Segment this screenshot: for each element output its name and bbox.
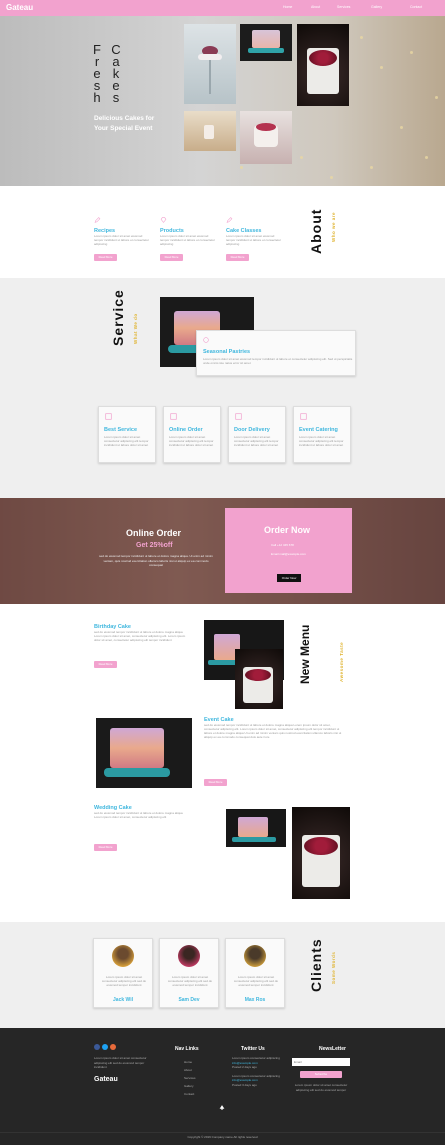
menu-photo-event	[96, 718, 192, 788]
copyright: Copyright © 2019 Company name All rights…	[187, 1135, 258, 1139]
service-card-door-delivery: Door Delivery Lorem ipsum dolor sit amet…	[228, 406, 286, 463]
read-more-button[interactable]: Read More	[226, 254, 249, 261]
footer-about-text: Lorem ipsum dolor sit amet consectetur a…	[94, 1056, 147, 1069]
star-icon	[203, 337, 209, 343]
nav-link-home[interactable]: Home	[283, 5, 292, 9]
feature-recipes: Recipes Lorem ipsum dolor sit amet eiusm…	[94, 210, 152, 261]
menu-subheading: Awesome Taste	[339, 641, 344, 682]
social-links	[94, 1044, 116, 1050]
footer-nav-heading: Nav Links	[175, 1046, 199, 1052]
featured-service-card: Seasonal Pastries Lorem ipsum dolor sit …	[196, 330, 356, 376]
service-card-best-service: Best Service Lorem ipsum dolor sit amet …	[98, 406, 156, 463]
menu-photo-wedding-small	[235, 649, 283, 709]
hero-photo-layer-cake	[240, 24, 292, 61]
order-call: Call +12 345 678	[271, 543, 294, 547]
order-now-button[interactable]: Order Now	[277, 574, 301, 582]
hero-banner: Fresh Cakes Delicious Cakes for Your Spe…	[0, 16, 445, 186]
about-subheading: Who we are	[331, 211, 336, 242]
footer-link-contact[interactable]: Contact	[184, 1090, 196, 1098]
footer: Lorem ipsum dolor sit amet consectetur a…	[0, 1028, 445, 1145]
diamond-icon	[160, 217, 167, 223]
order-email: Email mail@example.com	[271, 552, 306, 556]
hero-photo-cupcake	[184, 111, 236, 151]
client-card: Lorem ipsum dolor sit amet consectetur a…	[159, 938, 219, 1008]
about-section: Recipes Lorem ipsum dolor sit amet eiusm…	[0, 186, 445, 278]
google-icon[interactable]	[110, 1044, 116, 1050]
scroll-top-icon[interactable]	[219, 1104, 225, 1111]
service-subheading: What We do	[133, 313, 138, 344]
service-section: Service What We do Seasonal Pastries Lor…	[0, 278, 445, 498]
clients-heading: Clients	[308, 938, 324, 992]
feature-products: Products Lorem ipsum dolor sit amet eius…	[160, 210, 218, 261]
menu-section: Birthday Cake sed do eiusmod tempor inci…	[0, 604, 445, 922]
read-more-button[interactable]: Read More	[204, 779, 227, 786]
order-title: Online Order	[126, 528, 182, 538]
client-card: Lorem ipsum dolor sit amet consectetur a…	[93, 938, 153, 1008]
clients-section: Lorem ipsum dolor sit amet consectetur a…	[0, 922, 445, 1028]
menu-photo-layer-cake	[226, 809, 286, 847]
newsletter-email-input[interactable]	[292, 1058, 350, 1066]
footer-newsletter-heading: NewsLetter	[319, 1046, 346, 1052]
hero-photo-holding-cake	[240, 111, 292, 164]
menu-item-event: Event Cake sed do eiusmod tempor incidid…	[204, 717, 342, 739]
twitter-icon[interactable]	[102, 1044, 108, 1050]
hero-word-cakes: Cakes	[111, 42, 121, 105]
avatar	[112, 945, 134, 967]
footer-twitter-heading: Twitter Us	[241, 1046, 265, 1052]
pencil-icon	[94, 217, 101, 223]
newsletter-text: Lorem ipsum dolor sit amet consectetur a…	[294, 1083, 348, 1092]
about-heading: About	[308, 208, 324, 254]
hero-photo-cake-stand	[184, 24, 236, 104]
cart-icon	[170, 413, 177, 420]
footer-link-services[interactable]: Services	[184, 1074, 196, 1082]
menu-photo-wedding-large	[292, 807, 350, 899]
pencil-icon	[226, 217, 233, 223]
order-text: sed do eiusmod tempor incididunt ut labo…	[99, 554, 213, 567]
menu-item-wedding: Wedding Cake sed do eiusmod tempor incid…	[94, 805, 183, 819]
nav-link-services[interactable]: Services	[337, 5, 350, 9]
gift-icon	[300, 413, 307, 420]
service-card-event-catering: Event Catering Lorem ipsum dolor sit ame…	[293, 406, 351, 463]
avatar	[178, 945, 200, 967]
service-heading: Service	[110, 289, 126, 346]
hero-photo-wedding-cake	[297, 24, 349, 106]
hero-subtitle: Delicious Cakes for Your Special Event	[94, 115, 155, 132]
order-section: Online Order Get 25%off sed do eiusmod t…	[0, 498, 445, 604]
feature-cake-classes: Cake Classes Lorem ipsum dolor sit amet …	[226, 210, 284, 261]
menu-item-birthday: Birthday Cake sed do eiusmod tempor inci…	[94, 624, 186, 642]
nav-link-gallery[interactable]: Gallery	[371, 5, 382, 9]
subscribe-button[interactable]: Subscribe	[300, 1071, 342, 1078]
footer-tweets: Lorem ipsum consectetur adipiscing info@…	[232, 1056, 280, 1087]
top-navbar: Gateau Home About Services Gallery Conta…	[0, 0, 445, 16]
client-card: Lorem ipsum dolor sit amet consectetur a…	[225, 938, 285, 1008]
footer-link-gallery[interactable]: Gallery	[184, 1082, 196, 1090]
read-more-button[interactable]: Read More	[94, 254, 117, 261]
clients-subheading: Some Words	[331, 951, 336, 984]
footer-nav-links: Home About Services Gallery Contact	[184, 1058, 196, 1098]
order-now-title: Order Now	[264, 525, 311, 535]
service-card-online-order: Online Order Lorem ipsum dolor sit amet …	[163, 406, 221, 463]
menu-heading: New Menu	[298, 624, 312, 684]
avatar	[244, 945, 266, 967]
truck-icon	[235, 413, 242, 420]
order-now-box: Order Now Call +12 345 678 Email mail@ex…	[225, 508, 352, 593]
footer-link-about[interactable]: About	[184, 1066, 196, 1074]
footer-logo[interactable]: Gateau	[94, 1076, 118, 1083]
facebook-icon[interactable]	[94, 1044, 100, 1050]
order-discount: Get 25%off	[136, 542, 173, 549]
read-more-button[interactable]: Read More	[160, 254, 183, 261]
nav-link-about[interactable]: About	[311, 5, 320, 9]
hero-word-fresh: Fresh	[93, 42, 101, 105]
footer-link-home[interactable]: Home	[184, 1058, 196, 1066]
read-more-button[interactable]: Read More	[94, 661, 117, 668]
thumbs-up-icon	[105, 413, 112, 420]
read-more-button[interactable]: Read More	[94, 844, 117, 851]
nav-link-contact[interactable]: Contact	[410, 5, 422, 9]
site-logo[interactable]: Gateau	[6, 3, 33, 12]
